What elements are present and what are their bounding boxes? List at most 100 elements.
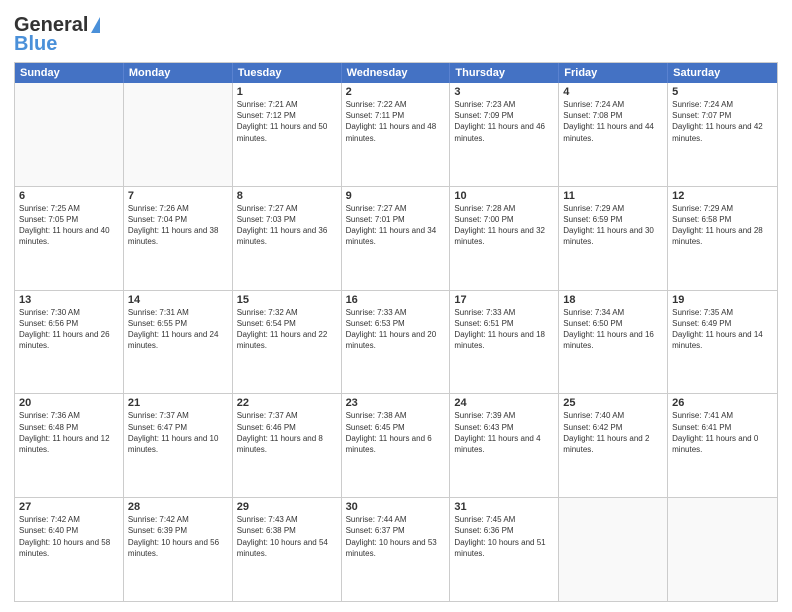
calendar-cell: 22Sunrise: 7:37 AMSunset: 6:46 PMDayligh… xyxy=(233,394,342,497)
calendar-row-3: 20Sunrise: 7:36 AMSunset: 6:48 PMDayligh… xyxy=(15,394,777,498)
cell-info: Sunrise: 7:25 AMSunset: 7:05 PMDaylight:… xyxy=(19,203,119,248)
calendar-cell: 29Sunrise: 7:43 AMSunset: 6:38 PMDayligh… xyxy=(233,498,342,601)
day-of-week-tuesday: Tuesday xyxy=(233,63,342,83)
day-number: 23 xyxy=(346,397,446,409)
day-number: 3 xyxy=(454,86,554,98)
calendar-cell: 27Sunrise: 7:42 AMSunset: 6:40 PMDayligh… xyxy=(15,498,124,601)
day-of-week-sunday: Sunday xyxy=(15,63,124,83)
day-number: 1 xyxy=(237,86,337,98)
cell-info: Sunrise: 7:29 AMSunset: 6:59 PMDaylight:… xyxy=(563,203,663,248)
cell-info: Sunrise: 7:32 AMSunset: 6:54 PMDaylight:… xyxy=(237,307,337,352)
day-number: 22 xyxy=(237,397,337,409)
cell-info: Sunrise: 7:33 AMSunset: 6:53 PMDaylight:… xyxy=(346,307,446,352)
cell-info: Sunrise: 7:42 AMSunset: 6:39 PMDaylight:… xyxy=(128,514,228,559)
calendar-cell: 24Sunrise: 7:39 AMSunset: 6:43 PMDayligh… xyxy=(450,394,559,497)
day-number: 21 xyxy=(128,397,228,409)
cell-info: Sunrise: 7:33 AMSunset: 6:51 PMDaylight:… xyxy=(454,307,554,352)
calendar-row-2: 13Sunrise: 7:30 AMSunset: 6:56 PMDayligh… xyxy=(15,291,777,395)
calendar-cell: 25Sunrise: 7:40 AMSunset: 6:42 PMDayligh… xyxy=(559,394,668,497)
calendar-cell: 31Sunrise: 7:45 AMSunset: 6:36 PMDayligh… xyxy=(450,498,559,601)
cell-info: Sunrise: 7:36 AMSunset: 6:48 PMDaylight:… xyxy=(19,410,119,455)
day-number: 25 xyxy=(563,397,663,409)
calendar-cell: 14Sunrise: 7:31 AMSunset: 6:55 PMDayligh… xyxy=(124,291,233,394)
cell-info: Sunrise: 7:23 AMSunset: 7:09 PMDaylight:… xyxy=(454,99,554,144)
cell-info: Sunrise: 7:29 AMSunset: 6:58 PMDaylight:… xyxy=(672,203,773,248)
day-number: 20 xyxy=(19,397,119,409)
calendar-row-4: 27Sunrise: 7:42 AMSunset: 6:40 PMDayligh… xyxy=(15,498,777,601)
day-number: 12 xyxy=(672,190,773,202)
cell-info: Sunrise: 7:30 AMSunset: 6:56 PMDaylight:… xyxy=(19,307,119,352)
day-number: 4 xyxy=(563,86,663,98)
cell-info: Sunrise: 7:37 AMSunset: 6:47 PMDaylight:… xyxy=(128,410,228,455)
calendar-row-0: 1Sunrise: 7:21 AMSunset: 7:12 PMDaylight… xyxy=(15,83,777,187)
calendar-cell: 10Sunrise: 7:28 AMSunset: 7:00 PMDayligh… xyxy=(450,187,559,290)
cell-info: Sunrise: 7:27 AMSunset: 7:01 PMDaylight:… xyxy=(346,203,446,248)
calendar-cell: 6Sunrise: 7:25 AMSunset: 7:05 PMDaylight… xyxy=(15,187,124,290)
cell-info: Sunrise: 7:34 AMSunset: 6:50 PMDaylight:… xyxy=(563,307,663,352)
calendar-cell: 18Sunrise: 7:34 AMSunset: 6:50 PMDayligh… xyxy=(559,291,668,394)
cell-info: Sunrise: 7:22 AMSunset: 7:11 PMDaylight:… xyxy=(346,99,446,144)
cell-info: Sunrise: 7:28 AMSunset: 7:00 PMDaylight:… xyxy=(454,203,554,248)
calendar-cell xyxy=(668,498,777,601)
cell-info: Sunrise: 7:35 AMSunset: 6:49 PMDaylight:… xyxy=(672,307,773,352)
day-number: 18 xyxy=(563,294,663,306)
calendar-body: 1Sunrise: 7:21 AMSunset: 7:12 PMDaylight… xyxy=(15,83,777,601)
calendar-cell xyxy=(15,83,124,186)
day-number: 29 xyxy=(237,501,337,513)
day-number: 17 xyxy=(454,294,554,306)
calendar-cell: 17Sunrise: 7:33 AMSunset: 6:51 PMDayligh… xyxy=(450,291,559,394)
day-of-week-saturday: Saturday xyxy=(668,63,777,83)
calendar-cell: 28Sunrise: 7:42 AMSunset: 6:39 PMDayligh… xyxy=(124,498,233,601)
calendar-cell: 21Sunrise: 7:37 AMSunset: 6:47 PMDayligh… xyxy=(124,394,233,497)
cell-info: Sunrise: 7:43 AMSunset: 6:38 PMDaylight:… xyxy=(237,514,337,559)
day-number: 10 xyxy=(454,190,554,202)
calendar-cell: 11Sunrise: 7:29 AMSunset: 6:59 PMDayligh… xyxy=(559,187,668,290)
day-number: 11 xyxy=(563,190,663,202)
cell-info: Sunrise: 7:27 AMSunset: 7:03 PMDaylight:… xyxy=(237,203,337,248)
calendar: SundayMondayTuesdayWednesdayThursdayFrid… xyxy=(14,62,778,602)
day-number: 14 xyxy=(128,294,228,306)
header: General Blue xyxy=(14,10,778,56)
day-number: 15 xyxy=(237,294,337,306)
calendar-cell: 5Sunrise: 7:24 AMSunset: 7:07 PMDaylight… xyxy=(668,83,777,186)
cell-info: Sunrise: 7:26 AMSunset: 7:04 PMDaylight:… xyxy=(128,203,228,248)
calendar-cell: 15Sunrise: 7:32 AMSunset: 6:54 PMDayligh… xyxy=(233,291,342,394)
cell-info: Sunrise: 7:24 AMSunset: 7:07 PMDaylight:… xyxy=(672,99,773,144)
day-number: 24 xyxy=(454,397,554,409)
calendar-cell: 1Sunrise: 7:21 AMSunset: 7:12 PMDaylight… xyxy=(233,83,342,186)
day-of-week-wednesday: Wednesday xyxy=(342,63,451,83)
calendar-cell: 30Sunrise: 7:44 AMSunset: 6:37 PMDayligh… xyxy=(342,498,451,601)
cell-info: Sunrise: 7:41 AMSunset: 6:41 PMDaylight:… xyxy=(672,410,773,455)
day-number: 16 xyxy=(346,294,446,306)
calendar-cell: 8Sunrise: 7:27 AMSunset: 7:03 PMDaylight… xyxy=(233,187,342,290)
cell-info: Sunrise: 7:39 AMSunset: 6:43 PMDaylight:… xyxy=(454,410,554,455)
cell-info: Sunrise: 7:31 AMSunset: 6:55 PMDaylight:… xyxy=(128,307,228,352)
cell-info: Sunrise: 7:45 AMSunset: 6:36 PMDaylight:… xyxy=(454,514,554,559)
calendar-cell: 12Sunrise: 7:29 AMSunset: 6:58 PMDayligh… xyxy=(668,187,777,290)
calendar-cell: 4Sunrise: 7:24 AMSunset: 7:08 PMDaylight… xyxy=(559,83,668,186)
day-number: 19 xyxy=(672,294,773,306)
calendar-cell: 2Sunrise: 7:22 AMSunset: 7:11 PMDaylight… xyxy=(342,83,451,186)
calendar-cell: 23Sunrise: 7:38 AMSunset: 6:45 PMDayligh… xyxy=(342,394,451,497)
day-number: 31 xyxy=(454,501,554,513)
calendar-cell: 3Sunrise: 7:23 AMSunset: 7:09 PMDaylight… xyxy=(450,83,559,186)
cell-info: Sunrise: 7:42 AMSunset: 6:40 PMDaylight:… xyxy=(19,514,119,559)
day-number: 30 xyxy=(346,501,446,513)
calendar-cell xyxy=(559,498,668,601)
logo: General Blue xyxy=(14,10,100,56)
day-of-week-thursday: Thursday xyxy=(450,63,559,83)
day-number: 26 xyxy=(672,397,773,409)
day-number: 13 xyxy=(19,294,119,306)
cell-info: Sunrise: 7:24 AMSunset: 7:08 PMDaylight:… xyxy=(563,99,663,144)
cell-info: Sunrise: 7:40 AMSunset: 6:42 PMDaylight:… xyxy=(563,410,663,455)
day-number: 5 xyxy=(672,86,773,98)
calendar-cell: 9Sunrise: 7:27 AMSunset: 7:01 PMDaylight… xyxy=(342,187,451,290)
page: General Blue SundayMondayTuesdayWednesda… xyxy=(0,0,792,612)
calendar-header: SundayMondayTuesdayWednesdayThursdayFrid… xyxy=(15,63,777,83)
cell-info: Sunrise: 7:44 AMSunset: 6:37 PMDaylight:… xyxy=(346,514,446,559)
calendar-cell xyxy=(124,83,233,186)
logo-blue: Blue xyxy=(14,33,57,56)
day-of-week-friday: Friday xyxy=(559,63,668,83)
day-number: 27 xyxy=(19,501,119,513)
day-number: 7 xyxy=(128,190,228,202)
